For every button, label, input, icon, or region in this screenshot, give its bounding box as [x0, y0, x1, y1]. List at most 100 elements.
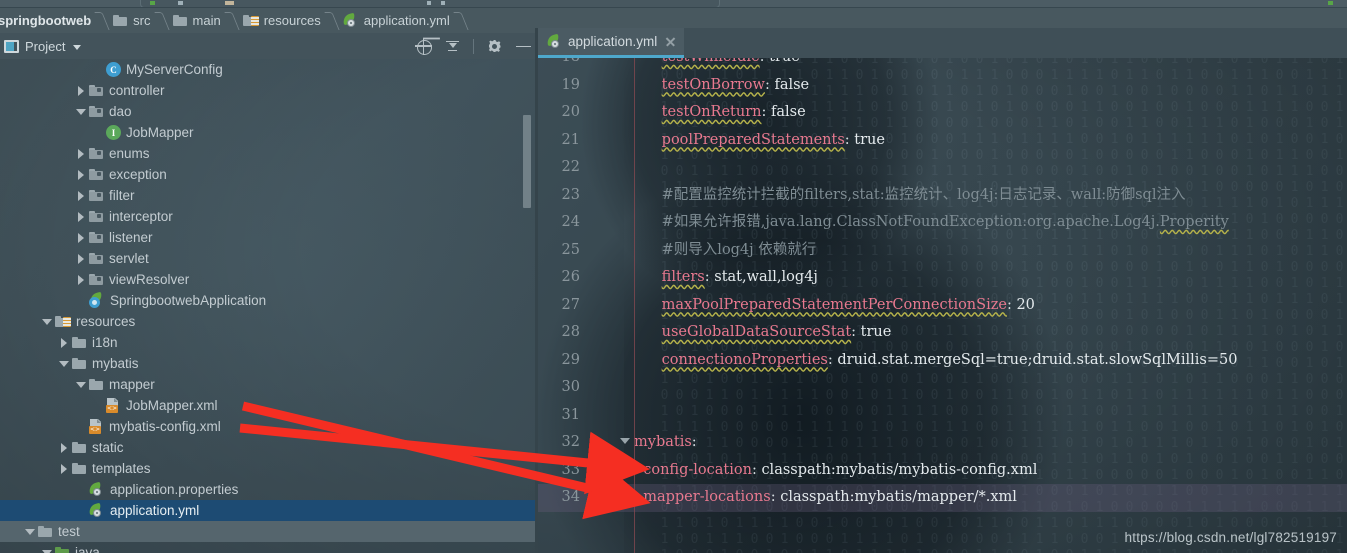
code-token: mybatis: [634, 434, 692, 450]
code-line-32[interactable]: 32 mybatis:: [538, 429, 1347, 457]
code-line-26[interactable]: 26 filters: stat,wall,log4j: [538, 264, 1347, 292]
code-line-31[interactable]: 31: [538, 402, 1347, 430]
tree-item-mybatis[interactable]: mybatis: [0, 353, 538, 374]
toolbar-dot: [225, 1, 234, 5]
tree-item-label: servlet: [109, 251, 149, 266]
code-line-30[interactable]: 30: [538, 374, 1347, 402]
line-number: 18: [538, 58, 580, 72]
code-line-20[interactable]: 20 testOnReturn: false: [538, 99, 1347, 127]
tree-item-java[interactable]: java: [0, 542, 538, 553]
tree-item-mapper[interactable]: mapper: [0, 374, 538, 395]
tree-item-listener[interactable]: listener: [0, 227, 538, 248]
tree-item-servlet[interactable]: servlet: [0, 248, 538, 269]
code-line-27[interactable]: 27 maxPoolPreparedStatementPerConnection…: [538, 292, 1347, 320]
chevron-down-icon[interactable]: [59, 358, 70, 369]
code-line-33[interactable]: 33 config-location: classpath:mybatis/my…: [538, 457, 1347, 485]
tree-item-jobmapper-xml[interactable]: <> JobMapper.xml: [0, 395, 538, 416]
chevron-right-icon[interactable]: [76, 253, 87, 264]
tree-item-label: templates: [92, 461, 151, 476]
collapse-all-icon[interactable]: [444, 38, 461, 55]
tree-item-application-yml[interactable]: application.yml: [0, 500, 538, 521]
chevron-down-icon[interactable]: [73, 42, 82, 51]
editor-tab-bar: application.yml: [538, 28, 1347, 58]
tree-item-myserverconfig[interactable]: C MyServerConfig: [0, 59, 538, 80]
chevron-right-icon[interactable]: [59, 463, 70, 474]
scrollbar-thumb[interactable]: [523, 115, 531, 208]
tree-item-jobmapper[interactable]: I JobMapper: [0, 122, 538, 143]
chevron-right-icon[interactable]: [76, 232, 87, 243]
code-line-34[interactable]: 34 mapper-locations: classpath:mybatis/m…: [538, 484, 1347, 512]
breadcrumb-item-springbootweb[interactable]: springbootweb: [0, 8, 98, 33]
code-editor[interactable]: 18 testWhileIdle: true19 testOnBorrow: f…: [538, 58, 1347, 553]
project-tree[interactable]: C MyServerConfig controller dao I JobMapper en…: [0, 59, 538, 553]
tree-item-label: mybatis: [92, 356, 139, 371]
tree-item-enums[interactable]: enums: [0, 143, 538, 164]
code-token: true: [769, 58, 800, 65]
chevron-right-icon[interactable]: [76, 85, 87, 96]
close-icon[interactable]: [665, 36, 676, 47]
code-line-23[interactable]: 23 #配置监控统计拦截的filters,stat:监控统计、log4j:日志记…: [538, 182, 1347, 210]
breadcrumb-label: resources: [263, 13, 321, 28]
tree-item-static[interactable]: static: [0, 437, 538, 458]
tree-item-springbootwebapplication[interactable]: SpringbootwebApplication: [0, 290, 538, 311]
chevron-down-icon[interactable]: [42, 547, 53, 553]
tree-item-i18n[interactable]: i18n: [0, 332, 538, 353]
breadcrumb-item-application-yml[interactable]: application.yml: [337, 8, 457, 33]
tree-toggle-spacer: [93, 400, 104, 411]
code-line-28[interactable]: 28 useGlobalDataSourceStat: true: [538, 319, 1347, 347]
chevron-right-icon[interactable]: [76, 190, 87, 201]
tree-item-viewresolver[interactable]: viewResolver: [0, 269, 538, 290]
breadcrumb-separator: [457, 8, 466, 33]
folder-icon: [72, 441, 87, 454]
chevron-right-icon[interactable]: [59, 442, 70, 453]
code-token: true: [854, 131, 885, 148]
breadcrumb-label: src: [133, 13, 151, 28]
chevron-down-icon[interactable]: [42, 316, 53, 327]
folder-icon: [172, 14, 188, 27]
editor-tab-application-yml[interactable]: application.yml: [538, 28, 685, 58]
tree-item-test[interactable]: test: [0, 521, 538, 542]
tree-item-templates[interactable]: templates: [0, 458, 538, 479]
tree-item-mybatis-config-xml[interactable]: <> mybatis-config.xml: [0, 416, 538, 437]
folder-icon: [89, 378, 104, 391]
code-line-22[interactable]: 22: [538, 154, 1347, 182]
chevron-down-icon[interactable]: [25, 526, 36, 537]
line-number: 23: [561, 186, 580, 203]
code-line-18[interactable]: 18 testWhileIdle: true: [538, 58, 1347, 72]
tree-item-application-properties[interactable]: application.properties: [0, 479, 538, 500]
code-line-21[interactable]: 21 poolPreparedStatements: true: [538, 127, 1347, 155]
code-line-25[interactable]: 25 #则导入log4j 依赖就行: [538, 237, 1347, 265]
chevron-right-icon[interactable]: [76, 211, 87, 222]
package-icon: [89, 252, 104, 265]
locate-icon[interactable]: [415, 37, 432, 55]
tree-item-interceptor[interactable]: interceptor: [0, 206, 538, 227]
chevron-right-icon[interactable]: [76, 274, 87, 285]
tree-item-resources[interactable]: resources: [0, 311, 538, 332]
chevron-right-icon[interactable]: [76, 148, 87, 159]
xml-file-icon: <>: [106, 398, 121, 413]
chevron-down-icon[interactable]: [76, 379, 87, 390]
tree-item-dao[interactable]: dao: [0, 101, 538, 122]
project-panel-scrollbar[interactable]: [522, 59, 532, 553]
code-line-29[interactable]: 29 connectionoProperties: druid.stat.mer…: [538, 347, 1347, 375]
spring-leaf-icon: [341, 12, 359, 28]
code-line-content: mapper-locations: classpath:mybatis/mapp…: [634, 484, 1017, 512]
breadcrumb-item-src[interactable]: src: [107, 8, 157, 33]
chevron-right-icon[interactable]: [76, 169, 87, 180]
tree-toggle-spacer: [76, 421, 87, 432]
tree-item-controller[interactable]: controller: [0, 80, 538, 101]
tree-item-filter[interactable]: filter: [0, 185, 538, 206]
minimize-icon[interactable]: [515, 38, 532, 55]
settings-gear-icon[interactable]: [486, 38, 503, 55]
breadcrumb-item-resources[interactable]: resources: [237, 8, 328, 33]
chevron-down-icon[interactable]: [76, 106, 87, 117]
code-line-content: #如果允许报错,java.lang.ClassNotFoundException…: [634, 209, 1229, 237]
tree-item-exception[interactable]: exception: [0, 164, 538, 185]
chevron-right-icon[interactable]: [59, 337, 70, 348]
code-line-19[interactable]: 19 testOnBorrow: false: [538, 72, 1347, 100]
breadcrumb-item-main[interactable]: main: [167, 8, 228, 33]
code-token: druid.stat.mergeSql=true;druid.stat.slow…: [837, 351, 1238, 368]
code-line-24[interactable]: 24 #如果允许报错,java.lang.ClassNotFoundExcept…: [538, 209, 1347, 237]
fold-arrow-icon[interactable]: [620, 438, 630, 444]
